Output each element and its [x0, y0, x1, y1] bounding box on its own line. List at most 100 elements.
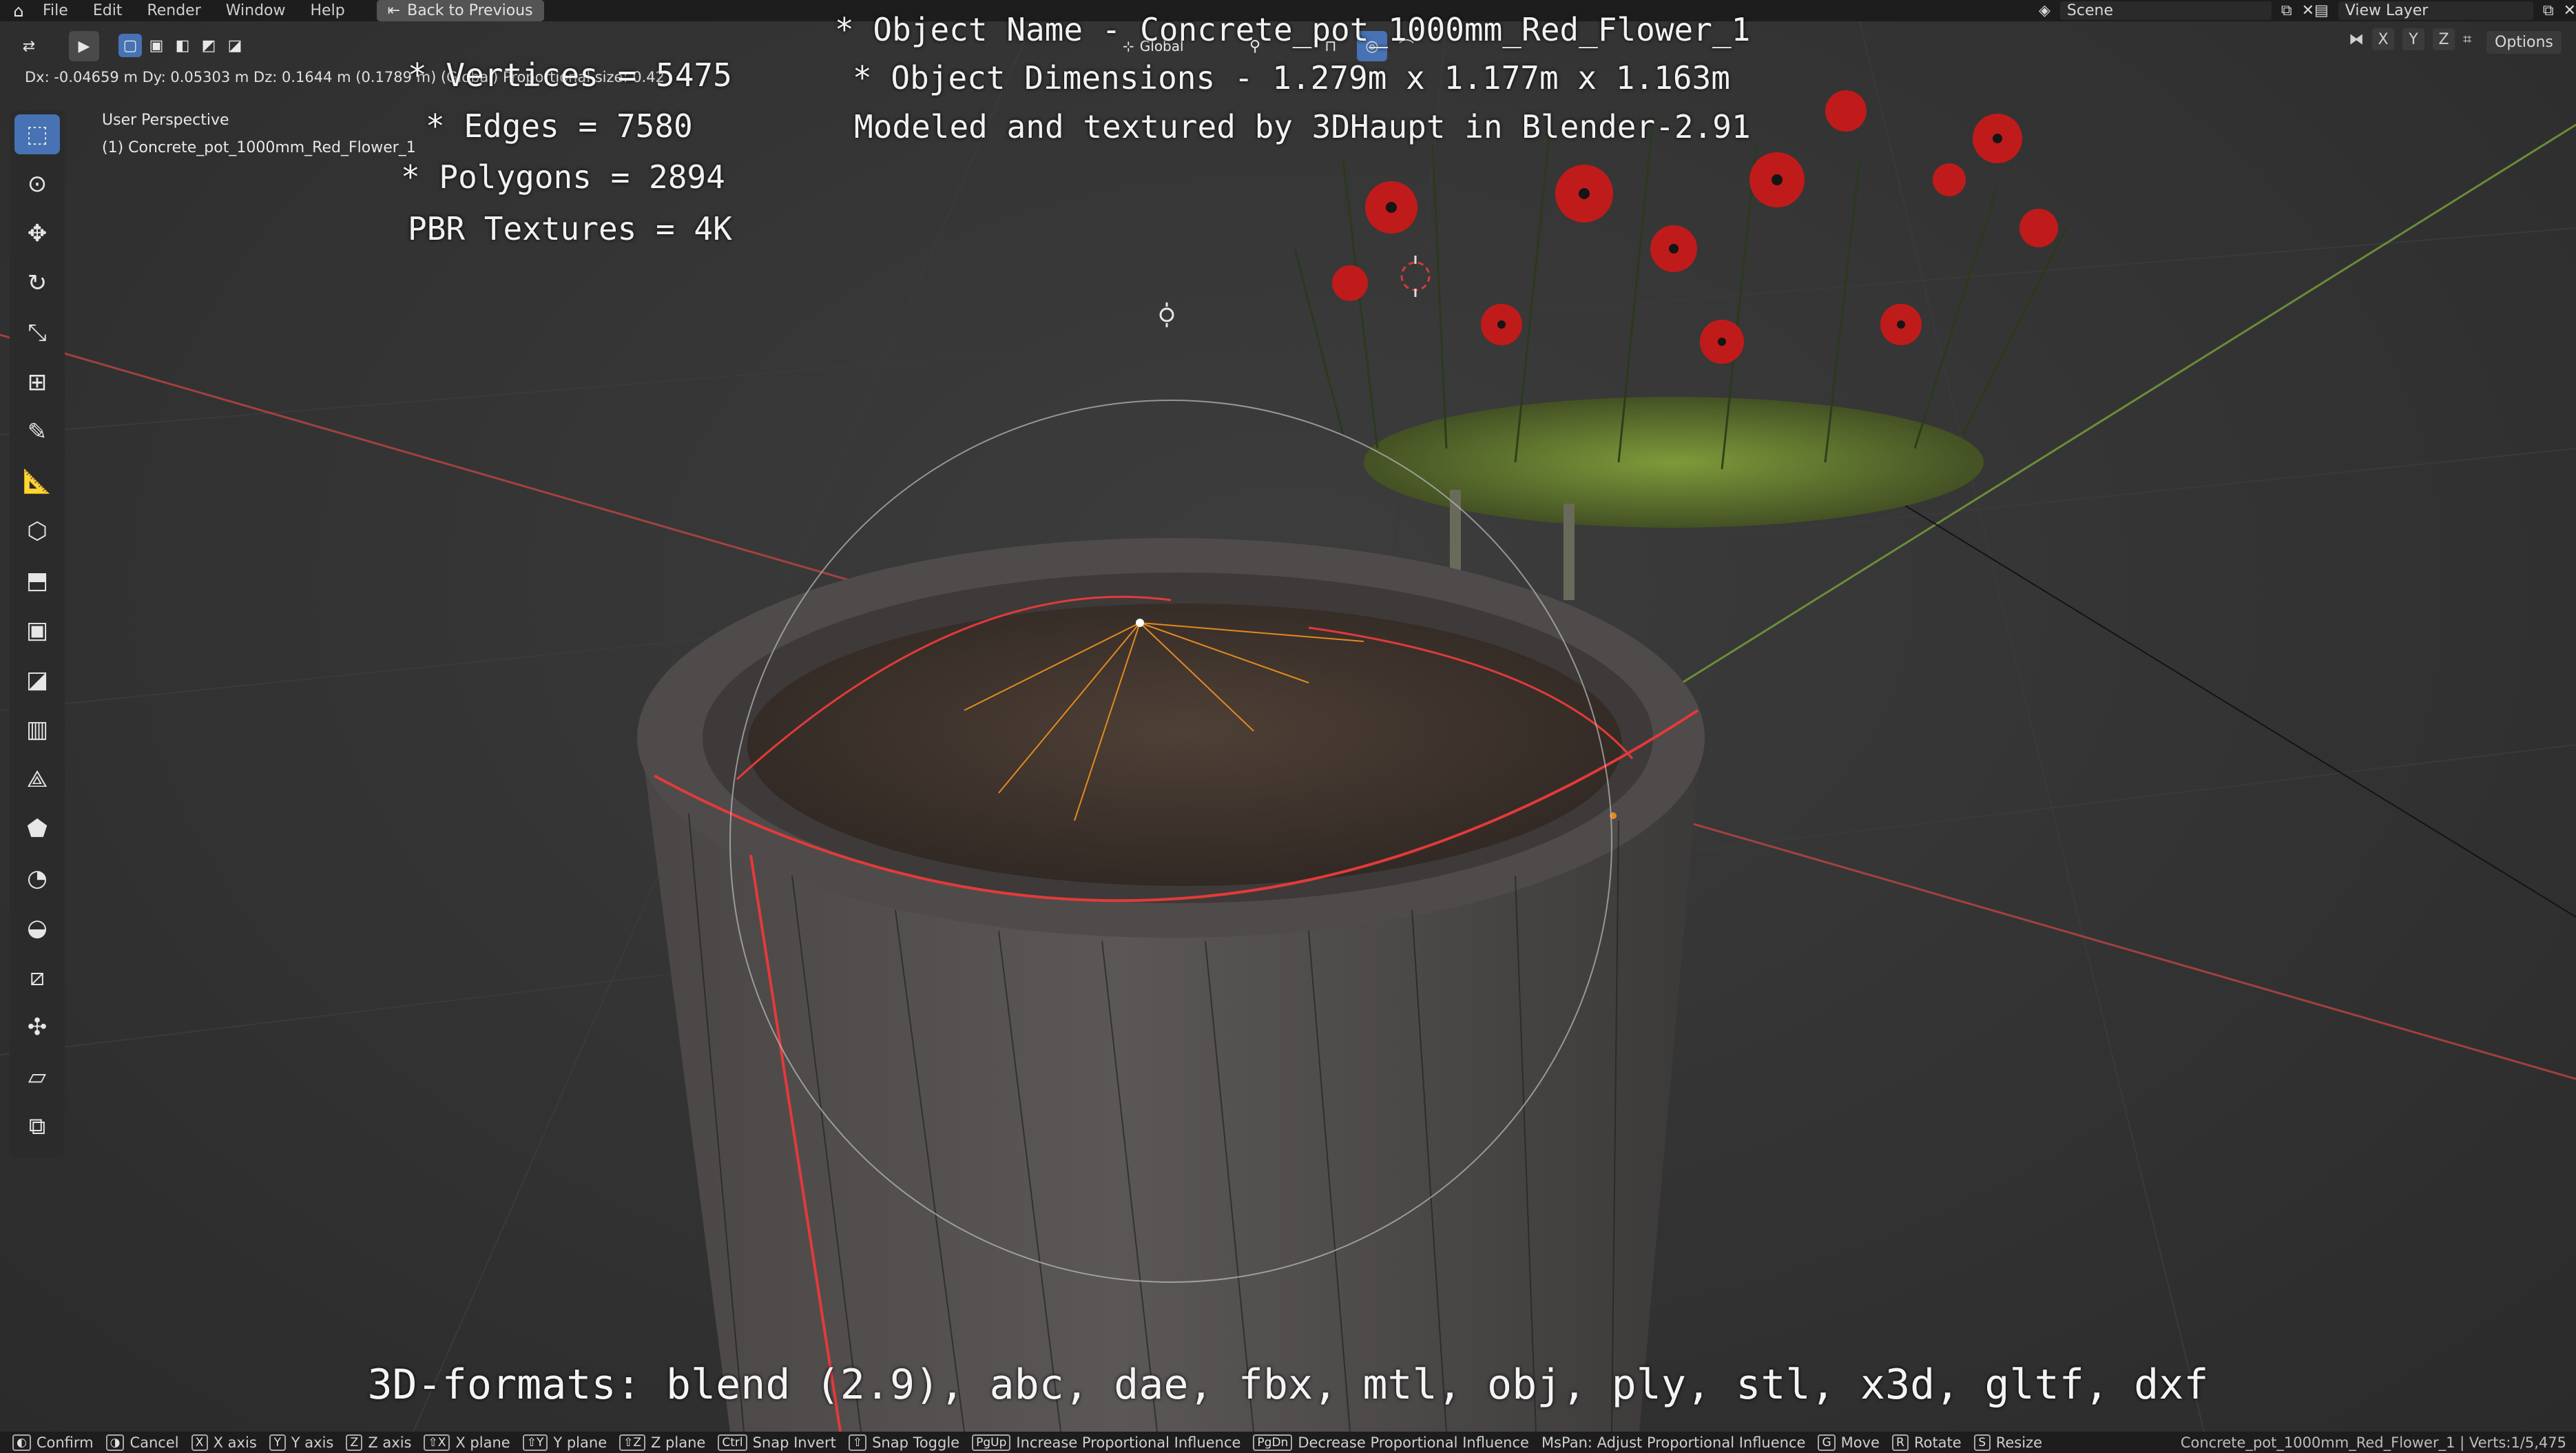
tool-add-cube[interactable]: ⬡ — [14, 511, 60, 551]
stats-vertices: * Vertices = 5475 — [408, 56, 732, 94]
menu-help[interactable]: Help — [298, 2, 357, 19]
stats-polygons: * Polygons = 2894 — [401, 158, 725, 196]
status-cancel: ◑ Cancel — [105, 1434, 179, 1451]
concrete-pot-object — [637, 400, 1705, 1432]
stats-textures: PBR Textures = 4K — [408, 210, 732, 247]
status-decrease-influence-label: Decrease Proportional Influence — [1298, 1434, 1529, 1451]
axis-toggle-z[interactable]: Z — [2433, 28, 2455, 50]
move-icon: ✥ — [27, 220, 48, 247]
status-snap-toggle: ⇧ Snap Toggle — [848, 1434, 960, 1451]
3d-viewport[interactable] — [0, 21, 2576, 1432]
select-invert-icon[interactable]: ◪ — [223, 34, 247, 57]
info-object-name: * Object Name - Concrete_pot_1000mm_Red_… — [835, 11, 1751, 48]
spin-icon: ◔ — [27, 865, 48, 892]
key-ctrl: Ctrl — [718, 1434, 747, 1451]
status-z-plane: ⇧Z Z plane — [619, 1434, 705, 1451]
axis-toggle-x[interactable]: X — [2372, 28, 2394, 50]
inset-icon: ▣ — [25, 617, 49, 644]
status-z-plane-label: Z plane — [651, 1434, 706, 1451]
key-z: Z — [346, 1434, 363, 1451]
menu-edit[interactable]: Edit — [81, 2, 135, 19]
tool-scale[interactable]: ⤡ — [14, 313, 60, 353]
symmetry-icon[interactable]: ⌗ — [2463, 31, 2471, 48]
tool-poly-build[interactable]: ⬟ — [14, 809, 60, 849]
view-layer-selector[interactable]: ▤ View Layer ⧉ ✕ — [2314, 0, 2576, 21]
tool-spin[interactable]: ◔ — [14, 858, 60, 898]
annotate-icon: ✎ — [27, 418, 48, 446]
status-increase-influence-label: Increase Proportional Influence — [1016, 1434, 1241, 1451]
tool-knife[interactable]: ⟁ — [14, 759, 60, 799]
status-x-plane-label: X plane — [455, 1434, 510, 1451]
mode-select-icon[interactable]: ▶ — [69, 31, 99, 61]
status-decrease-influence: PgDn Decrease Proportional Influence — [1253, 1434, 1529, 1451]
options-dropdown[interactable]: Options — [2486, 31, 2562, 54]
3d-cursor — [1400, 256, 1431, 297]
key-s: S — [1973, 1434, 1991, 1451]
status-y-axis: Y Y axis — [269, 1434, 333, 1451]
editor-type-icon[interactable]: ⇄ — [14, 31, 44, 61]
select-new-icon[interactable]: ▢ — [118, 34, 142, 57]
view-layer-name: View Layer — [2345, 2, 2429, 19]
view-layer-name-field[interactable]: View Layer — [2338, 1, 2533, 20]
select-extend-icon[interactable]: ▣ — [145, 34, 168, 57]
tool-shrink-fatten[interactable]: ✣ — [14, 1007, 60, 1047]
tool-loop-cut[interactable]: ▥ — [14, 710, 60, 750]
tool-cursor[interactable]: ⊙ — [14, 164, 60, 204]
tool-extrude[interactable]: ⬒ — [14, 561, 60, 601]
status-snap-toggle-label: Snap Toggle — [872, 1434, 960, 1451]
tool-inset[interactable]: ▣ — [14, 610, 60, 650]
tool-shelf: ⬚ ⊙ ✥ ↻ ⤡ ⊞ ✎ 📐 ⬡ ⬒ ▣ ◪ ▥ ⟁ ⬟ ◔ ◒ ⧄ ✣ ▱ … — [10, 110, 65, 1157]
status-snap-invert-label: Snap Invert — [752, 1434, 836, 1451]
knife-icon: ⟁ — [26, 765, 48, 793]
menu-window[interactable]: Window — [214, 2, 298, 19]
axis-toggle-y[interactable]: Y — [2402, 28, 2424, 50]
menu-render[interactable]: Render — [134, 2, 213, 19]
cursor-icon: ⊙ — [27, 170, 48, 198]
key-shift-y: ⇧Y — [522, 1434, 548, 1451]
status-resize-label: Resize — [1995, 1434, 2043, 1451]
tool-edge-slide[interactable]: ⧄ — [14, 958, 60, 998]
tool-move[interactable]: ✥ — [14, 214, 60, 254]
active-object-label: (1) Concrete_pot_1000mm_Red_Flower_1 — [102, 139, 416, 156]
rotate-icon: ↻ — [27, 269, 48, 297]
tool-select-box[interactable]: ⬚ — [14, 114, 60, 154]
key-page-up: PgUp — [972, 1434, 1011, 1451]
view-perspective-label: User Perspective — [102, 112, 229, 129]
status-rotate: R Rotate — [1891, 1434, 1962, 1451]
shrink-fatten-icon: ✣ — [27, 1013, 48, 1041]
tool-rotate[interactable]: ↻ — [14, 263, 60, 303]
blender-logo-icon[interactable]: ⌂ — [7, 0, 30, 21]
tool-smooth[interactable]: ◒ — [14, 908, 60, 948]
status-resize: S Resize — [1973, 1434, 2043, 1451]
scene-copy-icon[interactable]: ⧉ — [2281, 2, 2292, 19]
view-layer-copy-icon[interactable]: ⧉ — [2543, 2, 2554, 19]
tool-transform[interactable]: ⊞ — [14, 362, 60, 402]
tool-annotate[interactable]: ✎ — [14, 412, 60, 452]
mirror-axis-toggles: ⧓ X Y Z ⌗ — [2349, 28, 2471, 50]
tool-measure[interactable]: 📐 — [14, 462, 60, 502]
tool-rip-region[interactable]: ⧉ — [14, 1106, 60, 1146]
smooth-icon: ◒ — [27, 914, 48, 942]
scene-name-field[interactable]: Scene — [2059, 1, 2272, 20]
scene-close-icon[interactable]: ✕ — [2302, 2, 2314, 19]
view-layer-icon: ▤ — [2314, 2, 2329, 19]
tool-shear[interactable]: ▱ — [14, 1057, 60, 1097]
tool-bevel[interactable]: ◪ — [14, 660, 60, 700]
scale-icon: ⤡ — [28, 319, 47, 347]
status-move-label: Move — [1840, 1434, 1880, 1451]
view-layer-close-icon[interactable]: ✕ — [2564, 2, 2576, 19]
back-arrow-icon: ⇤ — [387, 2, 401, 19]
menu-file[interactable]: File — [30, 2, 81, 19]
stats-edges: * Edges = 7580 — [426, 107, 693, 145]
scene-selector[interactable]: ◈ Scene ⧉ ✕ — [2039, 0, 2314, 21]
status-confirm-label: Confirm — [36, 1434, 94, 1451]
status-move: G Move — [1818, 1434, 1880, 1451]
select-subtract-icon[interactable]: ◧ — [171, 34, 194, 57]
key-y: Y — [269, 1434, 286, 1451]
key-shift-x: ⇧X — [424, 1434, 450, 1451]
flower-pot-object — [1294, 90, 2068, 600]
status-adjust-influence: MsPan: Adjust Proportional Influence — [1541, 1434, 1806, 1451]
select-intersect-icon[interactable]: ◩ — [197, 34, 220, 57]
back-to-previous-button[interactable]: ⇤ Back to Previous — [376, 0, 544, 21]
poly-build-icon: ⬟ — [27, 815, 48, 843]
